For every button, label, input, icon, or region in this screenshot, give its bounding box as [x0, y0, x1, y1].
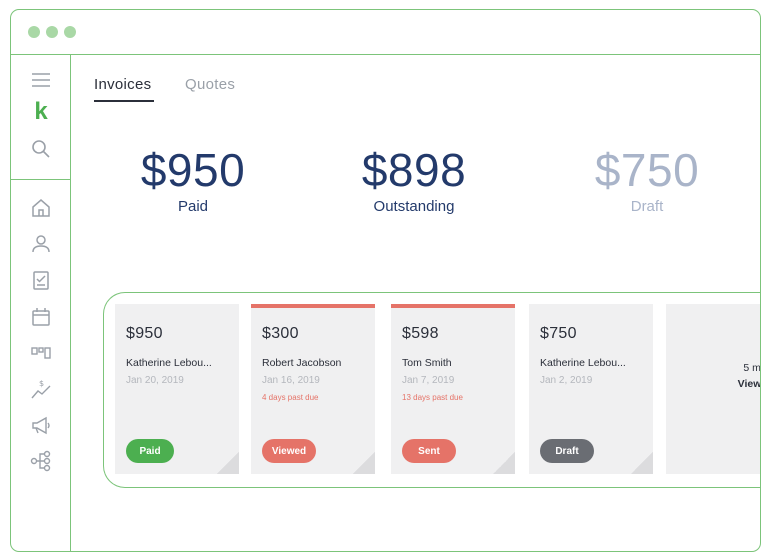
calendar-icon[interactable] [29, 305, 53, 329]
title-bar [11, 10, 760, 55]
status-badge: Paid [126, 439, 174, 463]
tab-invoices[interactable]: Invoices [94, 76, 151, 93]
window-dot-3[interactable] [64, 26, 76, 38]
pipeline-icon[interactable] [29, 341, 53, 365]
status-badge: Viewed [262, 439, 316, 463]
brand-logo-letter: k [34, 98, 48, 125]
person-icon[interactable] [29, 232, 53, 256]
invoice-card[interactable]: $300 Robert Jacobson Jan 16, 2019 4 days… [251, 304, 375, 474]
checklist-icon[interactable] [29, 268, 53, 292]
invoice-client-name: Tom Smith [402, 357, 452, 369]
home-icon[interactable] [29, 196, 53, 220]
main-content: Invoices Quotes $950 Paid $898 Outstandi… [72, 56, 760, 551]
stat-draft-label: Draft [630, 198, 664, 215]
stat-paid-amount: $950 [140, 144, 246, 196]
invoice-date: Jan 7, 2019 [402, 375, 455, 386]
invoice-client-name: Katherine Lebou... [540, 357, 626, 369]
invoice-card[interactable]: $598 Tom Smith Jan 7, 2019 13 days past … [391, 304, 515, 474]
overdue-bar [391, 304, 515, 308]
stat-outstanding: $898 Outstanding [324, 144, 504, 215]
page-fold [353, 452, 375, 474]
invoice-due-status: 13 days past due [402, 393, 463, 402]
workflow-icon[interactable] [29, 449, 53, 473]
window-dot-1[interactable] [28, 26, 40, 38]
stat-paid: $950 Paid [103, 144, 283, 215]
invoice-client-name: Robert Jacobson [262, 357, 342, 369]
invoice-amount: $750 [540, 325, 577, 342]
sidebar: k $ [11, 55, 71, 551]
overdue-bar [251, 304, 375, 308]
stat-draft-amount: $750 [594, 144, 700, 196]
more-count: 5 more [743, 362, 761, 374]
invoice-date: Jan 2, 2019 [540, 375, 593, 386]
stat-draft: $750 Draft [557, 144, 737, 215]
invoice-amount: $950 [126, 325, 163, 342]
invoice-amount: $300 [262, 325, 299, 342]
app-window: k $ Invoices Quotes $950 Paid $898 Outst… [10, 9, 761, 552]
megaphone-icon[interactable] [29, 413, 53, 437]
tab-active-underline [94, 100, 154, 102]
page-fold [631, 452, 653, 474]
stat-outstanding-label: Outstanding [373, 198, 455, 215]
svg-text:$: $ [39, 379, 44, 388]
invoice-cards-panel: $950 Katherine Lebou... Jan 20, 2019 Pai… [103, 292, 761, 488]
sidebar-divider [11, 179, 70, 180]
invoice-client-name: Katherine Lebou... [126, 357, 212, 369]
status-badge: Sent [402, 439, 456, 463]
brand-logo-icon[interactable]: k [29, 100, 53, 124]
page-fold [493, 452, 515, 474]
invoice-due-status: 4 days past due [262, 393, 319, 402]
money-chart-icon[interactable]: $ [29, 377, 53, 401]
more-invoices-card[interactable]: 5 more View all [666, 304, 761, 474]
invoice-date: Jan 16, 2019 [262, 375, 320, 386]
invoice-card[interactable]: $750 Katherine Lebou... Jan 2, 2019 Draf… [529, 304, 653, 474]
invoice-amount: $598 [402, 325, 439, 342]
search-icon[interactable] [29, 137, 53, 161]
status-badge: Draft [540, 439, 594, 463]
stat-outstanding-amount: $898 [361, 144, 467, 196]
window-dot-2[interactable] [46, 26, 58, 38]
tab-quotes[interactable]: Quotes [185, 76, 235, 93]
invoice-date: Jan 20, 2019 [126, 375, 184, 386]
invoice-card[interactable]: $950 Katherine Lebou... Jan 20, 2019 Pai… [115, 304, 239, 474]
menu-icon[interactable] [29, 68, 53, 92]
view-all-link[interactable]: View all [666, 378, 760, 390]
page-fold [217, 452, 239, 474]
stat-paid-label: Paid [177, 198, 209, 215]
